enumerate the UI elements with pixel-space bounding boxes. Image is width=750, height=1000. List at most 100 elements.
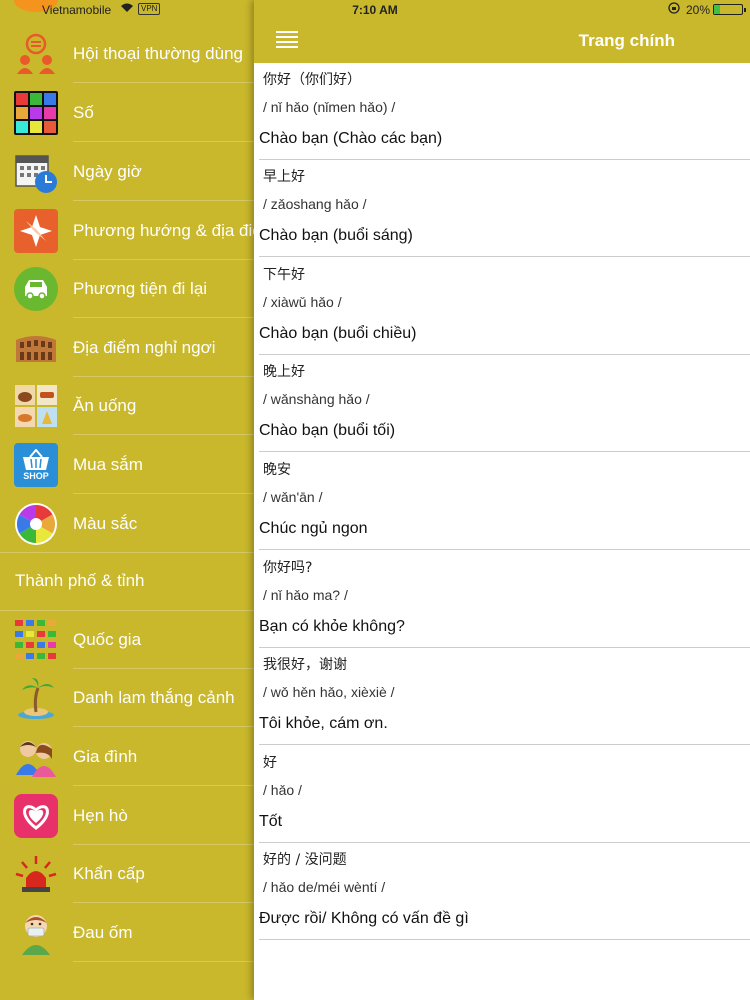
vietnamese-text: Được rồi/ Không có vấn đề gì — [259, 910, 469, 927]
divider — [73, 902, 254, 903]
vietnamese-text: Tôi khỏe, cám ơn. — [259, 715, 388, 732]
sidebar-item-label: Hội thoại thường dùng — [73, 44, 243, 63]
sidebar-item-rest-places[interactable]: Địa điểm nghỉ ngơi — [0, 319, 254, 377]
sidebar-item-transport[interactable]: Phương tiện đi lại — [0, 260, 254, 318]
phrase-row[interactable]: 晚安 / wǎn'ān / Chúc ngủ ngon — [254, 453, 750, 550]
chinese-text: 晚安 — [263, 462, 291, 478]
sidebar-item-landmarks[interactable]: Danh lam thắng cảnh — [0, 669, 254, 727]
sidebar-item-label: Mua sắm — [73, 455, 143, 474]
phrase-row[interactable]: 下午好 / xiàwǔ hǎo / Chào bạn (buổi chiều) — [254, 258, 750, 355]
pinyin-text: / hǎo de/méi wèntí / — [263, 879, 386, 895]
phrase-row[interactable]: 好的 / 没问题 / hǎo de/méi wèntí / Được rồi/ … — [254, 843, 750, 940]
food-icon — [14, 384, 58, 428]
compass-icon — [14, 209, 58, 253]
divider — [259, 256, 750, 257]
divider — [259, 451, 750, 452]
family-icon — [14, 735, 58, 779]
sidebar-item-label: Gia đình — [73, 747, 138, 766]
clock: 7:10 AM — [352, 3, 398, 17]
sidebar-item-shopping[interactable]: SHOP Mua sắm — [0, 436, 254, 494]
sidebar-item-label: Ăn uống — [73, 396, 137, 415]
heart-icon — [14, 794, 58, 838]
sidebar-item-food[interactable]: Ăn uống — [0, 377, 254, 435]
siren-icon — [14, 852, 58, 896]
pinyin-text: / hǎo / — [263, 782, 302, 798]
divider — [73, 82, 254, 83]
phrase-row[interactable]: 早上好 / zǎoshang hǎo / Chào bạn (buổi sáng… — [254, 160, 750, 257]
sidebar-item-label: Đau ốm — [73, 923, 133, 942]
sidebar-item-label: Hẹn hò — [73, 806, 128, 825]
phrase-row[interactable]: 我很好，谢谢 / wǒ hěn hǎo, xièxiè / Tôi khỏe, … — [254, 648, 750, 745]
sidebar-item-family[interactable]: Gia đình — [0, 728, 254, 786]
sidebar-item-label: Số — [73, 103, 94, 122]
sidebar-item-conversation[interactable]: Hội thoại thường dùng — [0, 25, 254, 83]
divider — [259, 939, 750, 940]
phrase-row[interactable]: 好 / hǎo / Tốt — [254, 746, 750, 843]
pinyin-text: / wǎn'ān / — [263, 489, 323, 505]
numbers-icon — [14, 91, 58, 135]
chinese-text: 好的 / 没问题 — [263, 852, 347, 868]
pinyin-text: / zǎoshang hǎo / — [263, 196, 367, 212]
chinese-text: 好 — [263, 755, 277, 771]
sidebar-item-dating[interactable]: Hẹn hò — [0, 787, 254, 845]
sidebar-item-countries[interactable]: Quốc gia — [0, 611, 254, 669]
colosseum-icon — [14, 326, 58, 370]
shop-basket-icon: SHOP — [14, 443, 58, 487]
vietnamese-text: Chào bạn (Chào các bạn) — [259, 130, 443, 147]
vietnamese-text: Chào bạn (buổi sáng) — [259, 227, 413, 244]
vietnamese-text: Chào bạn (buổi tối) — [259, 422, 396, 439]
divider — [73, 493, 254, 494]
chinese-text: 你好（你们好） — [263, 72, 361, 88]
sick-person-icon — [14, 911, 58, 955]
chinese-text: 晚上好 — [263, 364, 305, 380]
main-panel: Trang chính 你好（你们好） / nǐ hǎo (nǐmen hǎo)… — [254, 0, 750, 1000]
divider — [259, 549, 750, 550]
sidebar-item-numbers[interactable]: Số — [0, 84, 254, 142]
status-bar: Vietnamobile VPN 7:10 AM 20% — [0, 0, 750, 20]
vietnamese-text: Chúc ngủ ngon — [259, 520, 368, 537]
sidebar-item-label: Quốc gia — [73, 630, 142, 649]
palm-island-icon — [14, 676, 58, 720]
sidebar-item-label: Phương hướng & địa điểm — [73, 221, 254, 240]
divider — [73, 961, 254, 962]
pinyin-text: / nǐ hǎo ma? / — [263, 587, 348, 603]
battery-icon — [713, 4, 746, 15]
calendar-clock-icon — [14, 150, 58, 194]
section-header-cities[interactable]: Thành phố & tỉnh — [15, 552, 144, 610]
vietnamese-text: Chào bạn (buổi chiều) — [259, 325, 417, 342]
vietnamese-text: Bạn có khỏe không? — [259, 618, 405, 635]
divider — [73, 317, 254, 318]
phrase-row[interactable]: 你好吗? / nǐ hǎo ma? / Bạn có khỏe không? — [254, 551, 750, 648]
conversation-icon — [14, 32, 58, 76]
divider — [73, 200, 254, 201]
car-icon — [14, 267, 58, 311]
flags-icon — [14, 618, 58, 662]
sidebar-item-directions[interactable]: Phương hướng & địa điểm — [0, 202, 254, 260]
sidebar-item-sickness[interactable]: Đau ốm — [0, 904, 254, 962]
rotation-lock-icon — [668, 2, 680, 17]
phrase-row[interactable]: 晚上好 / wǎnshàng hǎo / Chào bạn (buổi tối) — [254, 355, 750, 452]
chinese-text: 早上好 — [263, 169, 305, 185]
divider — [73, 141, 254, 142]
divider — [259, 744, 750, 745]
vietnamese-text: Tốt — [259, 813, 283, 830]
shop-text: SHOP — [23, 471, 49, 481]
color-wheel-icon — [14, 502, 58, 546]
sidebar-item-colors[interactable]: Màu sắc — [0, 495, 254, 553]
sidebar-item-label: Màu sắc — [73, 514, 138, 533]
pinyin-text: / nǐ hǎo (nǐmen hǎo) / — [263, 99, 396, 115]
sidebar-item-label: Phương tiện đi lại — [73, 279, 208, 298]
sidebar-item-emergency[interactable]: Khẩn cấp — [0, 845, 254, 903]
chinese-text: 你好吗? — [263, 560, 313, 576]
divider — [73, 785, 254, 786]
sidebar-item-label: Khẩn cấp — [73, 864, 145, 883]
divider — [73, 434, 254, 435]
sidebar-item-label: Địa điểm nghỉ ngơi — [73, 338, 216, 357]
sidebar-item-date-time[interactable]: Ngày giờ — [0, 143, 254, 201]
pinyin-text: / wǒ hěn hǎo, xièxiè / — [263, 684, 395, 700]
sidebar-menu: Hội thoại thường dùng Số Ngày giờ Phương… — [0, 0, 254, 1000]
pinyin-text: / xiàwǔ hǎo / — [263, 294, 342, 310]
phrase-row[interactable]: 你好（你们好） / nǐ hǎo (nǐmen hǎo) / Chào bạn … — [254, 63, 750, 160]
pinyin-text: / wǎnshàng hǎo / — [263, 391, 370, 407]
sidebar-item-label: Danh lam thắng cảnh — [73, 688, 235, 707]
